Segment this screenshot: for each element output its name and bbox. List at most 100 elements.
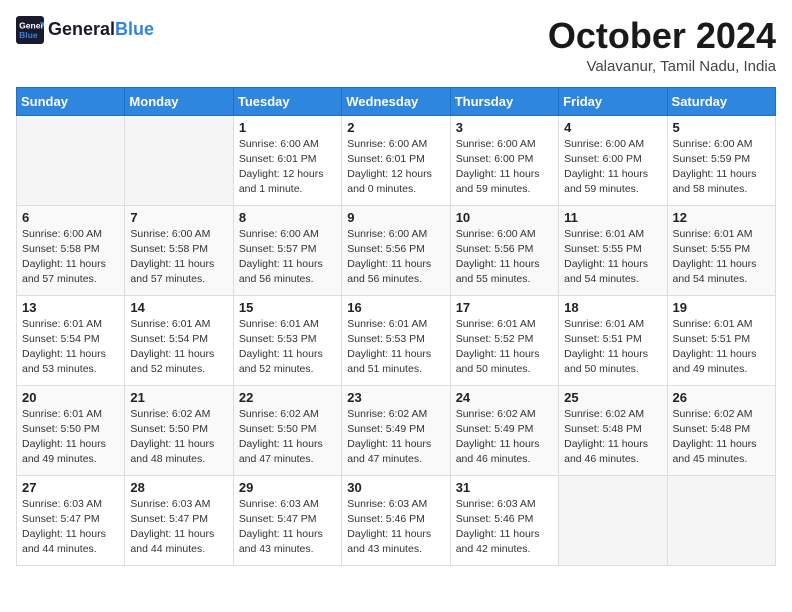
day-number: 24 [456, 390, 553, 405]
day-info: Sunrise: 6:02 AM Sunset: 5:49 PM Dayligh… [347, 407, 444, 468]
day-number: 10 [456, 210, 553, 225]
calendar-cell: 21Sunrise: 6:02 AM Sunset: 5:50 PM Dayli… [125, 385, 233, 475]
location: Valavanur, Tamil Nadu, India [548, 58, 776, 75]
logo-text: GeneralBlue [48, 20, 154, 40]
calendar-cell: 7 Sunrise: 6:00 AM Sunset: 5:58 PM Daylig… [125, 205, 233, 295]
calendar-cell: 1Sunrise: 6:00 AM Sunset: 6:01 PM Daylig… [233, 115, 341, 205]
day-number: 29 [239, 480, 336, 495]
day-number: 17 [456, 300, 553, 315]
calendar-cell: 24 Sunrise: 6:02 AM Sunset: 5:49 PM Dayli… [450, 385, 558, 475]
day-info: Sunrise: 6:03 AM Sunset: 5:47 PM Dayligh… [130, 497, 227, 558]
calendar-cell: 13 Sunrise: 6:01 AM Sunset: 5:54 PM Dayli… [17, 295, 125, 385]
calendar-cell: 2 Sunrise: 6:00 AM Sunset: 6:01 PM Daylig… [342, 115, 450, 205]
weekday-header-tuesday: Tuesday [233, 87, 341, 115]
calendar-cell: 27 Sunrise: 6:03 AM Sunset: 5:47 PM Dayli… [17, 475, 125, 565]
day-info: Sunrise: 6:02 AM Sunset: 5:48 PM Dayligh… [564, 407, 661, 468]
day-number: 6 [22, 210, 119, 225]
calendar-cell: 18 Sunrise: 6:01 AM Sunset: 5:51 PM Dayli… [559, 295, 667, 385]
day-info: Sunrise: 6:00 AM Sunset: 5:57 PM Dayligh… [239, 227, 336, 288]
calendar-cell: 29 Sunrise: 6:03 AM Sunset: 5:47 PM Dayli… [233, 475, 341, 565]
day-info: Sunrise: 6:01 AM Sunset: 5:53 PM Dayligh… [239, 317, 336, 378]
calendar-cell: 26 Sunrise: 6:02 AM Sunset: 5:48 PM Dayli… [667, 385, 775, 475]
day-info: Sunrise: 6:03 AM Sunset: 5:47 PM Dayligh… [22, 497, 119, 558]
day-info: Sunrise: 6:01 AM Sunset: 5:55 PM Dayligh… [673, 227, 770, 288]
day-number: 8 [239, 210, 336, 225]
calendar-cell: 17 Sunrise: 6:01 AM Sunset: 5:52 PM Dayli… [450, 295, 558, 385]
svg-text:General: General [19, 20, 44, 30]
day-number: 15 [239, 300, 336, 315]
page-header: General Blue GeneralBlue October 2024 Va… [16, 16, 776, 75]
weekday-header-saturday: Saturday [667, 87, 775, 115]
day-number: 2 [347, 120, 444, 135]
day-number: 26 [673, 390, 770, 405]
day-number: 14 [130, 300, 227, 315]
calendar-cell: 19 Sunrise: 6:01 AM Sunset: 5:51 PM Dayli… [667, 295, 775, 385]
calendar-cell: 15 Sunrise: 6:01 AM Sunset: 5:53 PM Dayli… [233, 295, 341, 385]
logo: General Blue GeneralBlue [16, 16, 154, 44]
day-info: Sunrise: 6:00 AM Sunset: 5:58 PM Dayligh… [130, 227, 227, 288]
calendar-cell: 10Sunrise: 6:00 AM Sunset: 5:56 PM Dayli… [450, 205, 558, 295]
day-number: 7 [130, 210, 227, 225]
calendar-cell: 28 Sunrise: 6:03 AM Sunset: 5:47 PM Dayli… [125, 475, 233, 565]
calendar-cell [559, 475, 667, 565]
day-number: 1 [239, 120, 336, 135]
calendar-cell: 3Sunrise: 6:00 AM Sunset: 6:00 PM Daylig… [450, 115, 558, 205]
day-info: Sunrise: 6:02 AM Sunset: 5:48 PM Dayligh… [673, 407, 770, 468]
day-number: 19 [673, 300, 770, 315]
day-number: 25 [564, 390, 661, 405]
weekday-header-friday: Friday [559, 87, 667, 115]
calendar-cell: 14 Sunrise: 6:01 AM Sunset: 5:54 PM Dayli… [125, 295, 233, 385]
day-number: 31 [456, 480, 553, 495]
day-info: Sunrise: 6:01 AM Sunset: 5:53 PM Dayligh… [347, 317, 444, 378]
day-info: Sunrise: 6:01 AM Sunset: 5:51 PM Dayligh… [564, 317, 661, 378]
day-number: 20 [22, 390, 119, 405]
day-number: 27 [22, 480, 119, 495]
day-info: Sunrise: 6:01 AM Sunset: 5:50 PM Dayligh… [22, 407, 119, 468]
calendar-cell: 9 Sunrise: 6:00 AM Sunset: 5:56 PM Daylig… [342, 205, 450, 295]
day-info: Sunrise: 6:03 AM Sunset: 5:47 PM Dayligh… [239, 497, 336, 558]
day-info: Sunrise: 6:00 AM Sunset: 6:01 PM Dayligh… [347, 137, 444, 198]
day-number: 4 [564, 120, 661, 135]
calendar-cell [17, 115, 125, 205]
day-number: 9 [347, 210, 444, 225]
day-info: Sunrise: 6:02 AM Sunset: 5:50 PM Dayligh… [239, 407, 336, 468]
calendar-cell: 4 Sunrise: 6:00 AM Sunset: 6:00 PM Daylig… [559, 115, 667, 205]
calendar-cell [125, 115, 233, 205]
calendar-table: SundayMondayTuesdayWednesdayThursdayFrid… [16, 87, 776, 566]
weekday-header-sunday: Sunday [17, 87, 125, 115]
day-info: Sunrise: 6:00 AM Sunset: 6:00 PM Dayligh… [456, 137, 553, 198]
weekday-header-thursday: Thursday [450, 87, 558, 115]
calendar-cell: 11Sunrise: 6:01 AM Sunset: 5:55 PM Dayli… [559, 205, 667, 295]
day-number: 16 [347, 300, 444, 315]
month-title: October 2024 [548, 16, 776, 56]
calendar-cell: 30Sunrise: 6:03 AM Sunset: 5:46 PM Dayli… [342, 475, 450, 565]
day-info: Sunrise: 6:01 AM Sunset: 5:51 PM Dayligh… [673, 317, 770, 378]
calendar-cell: 23 Sunrise: 6:02 AM Sunset: 5:49 PM Dayli… [342, 385, 450, 475]
calendar-cell: 25 Sunrise: 6:02 AM Sunset: 5:48 PM Dayli… [559, 385, 667, 475]
calendar-cell: 12 Sunrise: 6:01 AM Sunset: 5:55 PM Dayli… [667, 205, 775, 295]
day-info: Sunrise: 6:01 AM Sunset: 5:52 PM Dayligh… [456, 317, 553, 378]
day-number: 5 [673, 120, 770, 135]
calendar-cell: 22 Sunrise: 6:02 AM Sunset: 5:50 PM Dayli… [233, 385, 341, 475]
day-number: 22 [239, 390, 336, 405]
day-info: Sunrise: 6:01 AM Sunset: 5:55 PM Dayligh… [564, 227, 661, 288]
day-info: Sunrise: 6:00 AM Sunset: 5:56 PM Dayligh… [347, 227, 444, 288]
calendar-cell: 5 Sunrise: 6:00 AM Sunset: 5:59 PM Daylig… [667, 115, 775, 205]
day-number: 13 [22, 300, 119, 315]
calendar-cell: 20 Sunrise: 6:01 AM Sunset: 5:50 PM Dayli… [17, 385, 125, 475]
day-info: Sunrise: 6:03 AM Sunset: 5:46 PM Dayligh… [347, 497, 444, 558]
day-info: Sunrise: 6:00 AM Sunset: 6:00 PM Dayligh… [564, 137, 661, 198]
day-info: Sunrise: 6:01 AM Sunset: 5:54 PM Dayligh… [130, 317, 227, 378]
day-info: Sunrise: 6:02 AM Sunset: 5:49 PM Dayligh… [456, 407, 553, 468]
day-info: Sunrise: 6:01 AM Sunset: 5:54 PM Dayligh… [22, 317, 119, 378]
logo-icon: General Blue [16, 16, 44, 44]
day-number: 12 [673, 210, 770, 225]
day-number: 28 [130, 480, 227, 495]
day-number: 23 [347, 390, 444, 405]
calendar-cell: 31Sunrise: 6:03 AM Sunset: 5:46 PM Dayli… [450, 475, 558, 565]
day-info: Sunrise: 6:00 AM Sunset: 5:59 PM Dayligh… [673, 137, 770, 198]
title-block: October 2024 Valavanur, Tamil Nadu, Indi… [548, 16, 776, 75]
day-number: 18 [564, 300, 661, 315]
calendar-cell: 8 Sunrise: 6:00 AM Sunset: 5:57 PM Daylig… [233, 205, 341, 295]
svg-text:Blue: Blue [19, 30, 38, 40]
